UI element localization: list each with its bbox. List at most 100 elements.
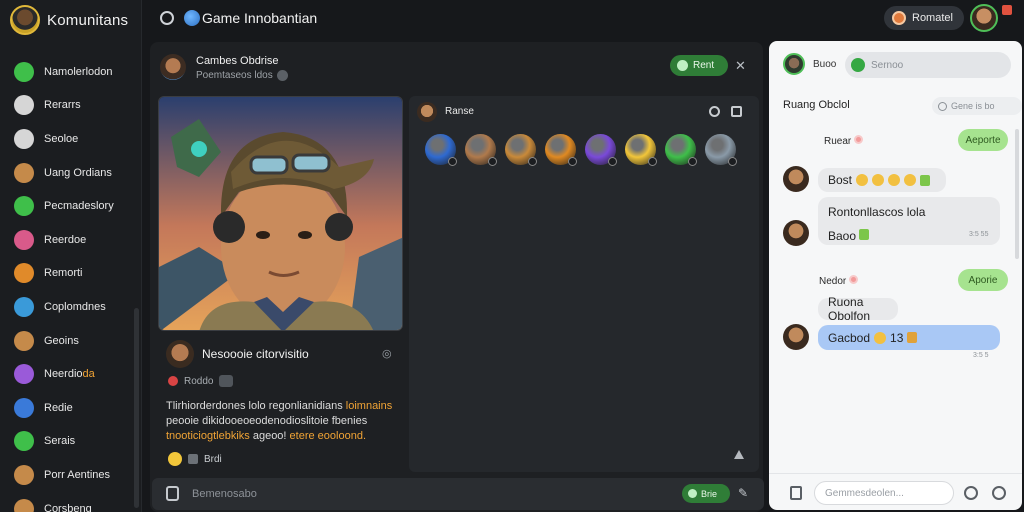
chat-search[interactable]: Sernoo bbox=[845, 52, 1011, 78]
mic-icon[interactable]: ✎ bbox=[738, 486, 748, 500]
profile-avatar[interactable] bbox=[160, 54, 186, 80]
sidebar-item[interactable]: Pecmadeslory bbox=[0, 189, 142, 223]
chat-message: Gacbod 13 bbox=[818, 325, 1000, 350]
sidebar-item[interactable]: Corsbeng bbox=[0, 492, 142, 512]
message-composer: Brie ✎ bbox=[152, 478, 764, 510]
smile-emoji-icon bbox=[856, 174, 869, 186]
sidebar-item[interactable]: Seoloe bbox=[0, 122, 142, 156]
sidebar-item[interactable]: Coplomdnes bbox=[0, 290, 142, 324]
sidebar-item[interactable]: Serais bbox=[0, 425, 142, 459]
brand[interactable]: Komunitans bbox=[10, 5, 128, 35]
more-options-icon[interactable]: ◎ bbox=[382, 347, 392, 360]
mage-face-icon[interactable] bbox=[585, 134, 617, 166]
follow-button[interactable]: Rent bbox=[670, 55, 728, 76]
smile-face-icon[interactable] bbox=[625, 134, 657, 166]
chat-message: Bost bbox=[818, 168, 946, 192]
chat-room-title: Ruang Obclol bbox=[783, 99, 850, 111]
expand-icon[interactable] bbox=[731, 106, 742, 117]
sidebar-item[interactable]: Uang Ordians bbox=[0, 156, 142, 190]
refresh-icon[interactable] bbox=[709, 106, 720, 117]
planet-icon bbox=[14, 296, 34, 317]
message-input[interactable] bbox=[192, 484, 672, 504]
send-icon[interactable] bbox=[992, 486, 1006, 500]
page-title: Game Innobantian bbox=[202, 10, 318, 26]
post-body: Tlirhiorderdones lolo regonlianidians lo… bbox=[166, 400, 393, 442]
attach-icon[interactable] bbox=[790, 486, 802, 500]
emote-panel-avatar bbox=[417, 102, 437, 122]
emoji-icon[interactable] bbox=[964, 486, 978, 500]
globe-icon bbox=[184, 10, 200, 26]
chat-filter[interactable]: Gene is bo bbox=[932, 97, 1022, 115]
sword-icon[interactable] bbox=[505, 134, 537, 166]
sticker-icon bbox=[859, 229, 870, 240]
skull-face-icon[interactable] bbox=[705, 134, 737, 166]
status-pill-button[interactable]: Romatel bbox=[884, 6, 964, 30]
flag-icon bbox=[168, 376, 178, 386]
sidebar-item[interactable]: Redie bbox=[0, 391, 142, 425]
avatar-icon bbox=[14, 330, 34, 351]
pin-icon[interactable]: ✕ bbox=[735, 58, 746, 74]
square-icon bbox=[14, 128, 34, 149]
profile-name: Cambes Obdrise bbox=[196, 55, 279, 67]
send-icon bbox=[688, 489, 697, 498]
reply-button[interactable]: Aporie bbox=[958, 269, 1008, 291]
post-reactions[interactable]: Brdi bbox=[168, 452, 222, 466]
scroll-up-icon[interactable] bbox=[734, 450, 744, 459]
reply-button[interactable]: Aeporte bbox=[958, 129, 1008, 151]
sidebar-item[interactable]: Reerdoe bbox=[0, 223, 142, 257]
tag-chip-icon[interactable] bbox=[219, 375, 234, 387]
chat-user-avatar[interactable] bbox=[783, 53, 805, 75]
sidebar-scrollbar[interactable] bbox=[134, 308, 139, 508]
notification-badge-icon[interactable] bbox=[1002, 5, 1012, 15]
sidebar-item[interactable]: Remorti bbox=[0, 257, 142, 291]
badge-icon bbox=[568, 157, 577, 166]
settings-gear-icon[interactable] bbox=[160, 11, 174, 25]
emote-panel: Ranse bbox=[409, 96, 759, 472]
post-meta-label: Roddo bbox=[184, 375, 214, 387]
sidebar-item-label: Remorti bbox=[44, 267, 83, 280]
chat-composer bbox=[769, 473, 1022, 510]
sidebar-item[interactable]: Namolerlodon bbox=[0, 55, 142, 89]
attach-icon[interactable] bbox=[166, 486, 179, 501]
gem-icon bbox=[14, 229, 34, 250]
app-title: Komunitans bbox=[47, 11, 129, 29]
sidebar-item-label: Reerdoe bbox=[44, 233, 87, 246]
message-timestamp: 3:5 55 bbox=[969, 231, 989, 238]
post-meta: Roddo bbox=[168, 375, 234, 387]
chat-message-input[interactable] bbox=[814, 481, 954, 505]
sidebar-item-label: Pecmadeslory bbox=[44, 200, 114, 213]
message-avatar[interactable] bbox=[783, 324, 809, 350]
smile-emoji-icon bbox=[874, 331, 887, 344]
warrior-face-icon[interactable] bbox=[465, 134, 497, 166]
send-button-label: Brie bbox=[701, 488, 718, 499]
smile-emoji-icon bbox=[888, 174, 901, 186]
post-author-avatar[interactable] bbox=[166, 340, 194, 368]
chat-scrollbar[interactable] bbox=[1015, 129, 1019, 259]
green-orb-icon[interactable] bbox=[665, 134, 697, 166]
sidebar-item[interactable]: Neerdioda bbox=[0, 357, 142, 391]
magic-icon bbox=[14, 364, 34, 385]
chat-panel: Buoo Sernoo Ruang Obclol Gene is bo Ruea… bbox=[769, 41, 1022, 510]
message-avatar[interactable] bbox=[783, 166, 809, 192]
emote-row bbox=[425, 134, 737, 166]
close-icon[interactable] bbox=[276, 70, 288, 81]
send-button[interactable]: Brie bbox=[682, 484, 730, 503]
sticker-icon bbox=[920, 174, 931, 186]
main-panel: Cambes Obdrise Poemtaseos ldos Rent ✕ Ne… bbox=[150, 42, 764, 512]
message-avatar[interactable] bbox=[783, 220, 809, 246]
user-avatar[interactable] bbox=[970, 4, 998, 32]
heart-icon bbox=[849, 275, 859, 284]
green-chat-icon bbox=[14, 196, 34, 217]
avatar-icon bbox=[14, 464, 34, 485]
blue-crystal-icon[interactable] bbox=[425, 134, 457, 166]
monitor-icon bbox=[14, 95, 34, 116]
sidebar-item[interactable]: Rerarrs bbox=[0, 89, 142, 123]
chat-message: Nedor bbox=[819, 275, 859, 287]
globe-icon bbox=[14, 397, 34, 418]
sidebar-item-label: Serais bbox=[44, 435, 76, 448]
sidebar-item[interactable]: Geoins bbox=[0, 324, 142, 358]
sidebar-item-label: Neerdioda bbox=[44, 368, 95, 381]
badge-icon bbox=[688, 157, 697, 166]
sidebar-item[interactable]: Porr Aentines bbox=[0, 458, 142, 492]
fireball-icon[interactable] bbox=[545, 134, 577, 166]
